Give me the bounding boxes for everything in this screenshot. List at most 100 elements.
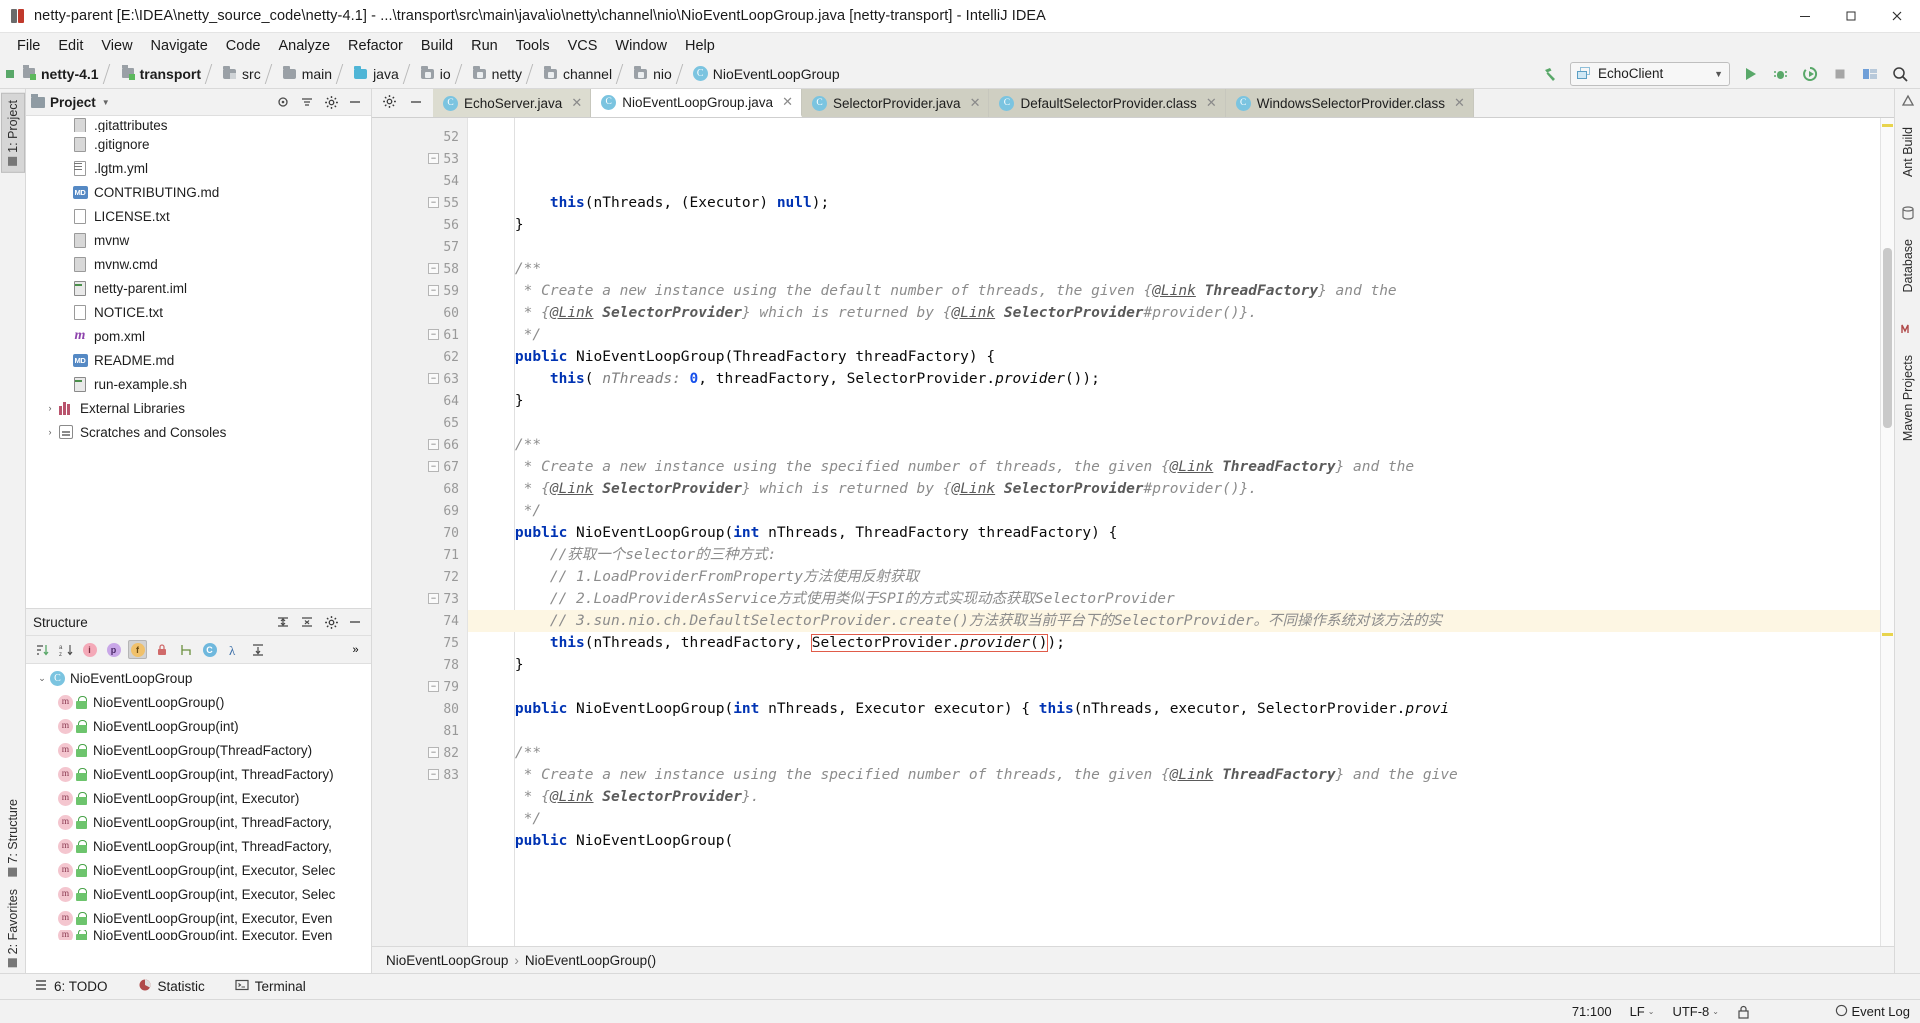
line-number[interactable]: 80 <box>372 698 467 720</box>
code-line[interactable]: public NioEventLoopGroup(int nThreads, E… <box>468 698 1880 720</box>
line-number[interactable]: 81 <box>372 720 467 742</box>
line-number[interactable]: 73 <box>372 588 467 610</box>
structure-item-method[interactable]: m NioEventLoopGroup(int, Executor, Even <box>26 906 371 930</box>
code-line[interactable]: /** <box>468 434 1880 456</box>
code-line[interactable]: * {@Link SelectorProvider} which is retu… <box>468 478 1880 500</box>
stop-icon[interactable] <box>1826 61 1854 87</box>
run-icon[interactable] <box>1736 61 1764 87</box>
tab-echoserver[interactable]: C EchoServer.java ✕ <box>433 89 592 117</box>
tree-item[interactable]: .gitignore <box>26 132 371 156</box>
line-number[interactable]: 64 <box>372 390 467 412</box>
menu-code[interactable]: Code <box>217 35 270 57</box>
code-line[interactable]: //获取一个selector的三种方式: <box>468 544 1880 566</box>
breadcrumb-item-main[interactable]: main <box>278 62 335 86</box>
sidebar-item-favorites[interactable]: 2: Favorites <box>2 883 24 973</box>
menu-view[interactable]: View <box>92 35 141 57</box>
layout-icon[interactable] <box>1856 61 1884 87</box>
line-number[interactable]: 83 <box>372 764 467 786</box>
tree-item-external-libraries[interactable]: › External Libraries <box>26 396 371 420</box>
more-icon[interactable]: » <box>346 640 365 659</box>
fold-collapse-icon[interactable]: − <box>428 153 439 164</box>
gear-icon[interactable] <box>382 94 397 112</box>
run-configuration-selector[interactable]: EchoClient ▼ <box>1570 61 1730 86</box>
show-lambdas-icon[interactable]: λ <box>224 640 243 659</box>
fold-collapse-icon[interactable]: − <box>428 747 439 758</box>
show-inherited-icon[interactable]: i <box>80 640 99 659</box>
tree-item[interactable]: .lgtm.yml <box>26 156 371 180</box>
line-number[interactable]: 57 <box>372 236 467 258</box>
gear-icon[interactable] <box>323 94 339 110</box>
code-line[interactable]: * {@Link SelectorProvider}. <box>468 786 1880 808</box>
breadcrumb-member[interactable]: NioEventLoopGroup() <box>525 953 656 968</box>
line-number[interactable]: 75 <box>372 632 467 654</box>
line-number[interactable]: 72 <box>372 566 467 588</box>
fold-collapse-icon[interactable]: − <box>428 593 439 604</box>
tab-windowsselectorprovider[interactable]: C WindowsSelectorProvider.class ✕ <box>1225 89 1474 117</box>
code-line[interactable]: /** <box>468 742 1880 764</box>
fold-expand-icon[interactable]: − <box>428 285 439 296</box>
sidebar-item-structure[interactable]: 7: Structure <box>2 793 24 883</box>
tab-selectorprovider[interactable]: C SelectorProvider.java ✕ <box>801 89 990 117</box>
code-line[interactable]: // 1.LoadProviderFromProperty方法使用反射获取 <box>468 566 1880 588</box>
line-number[interactable]: 82 <box>372 742 467 764</box>
code-line[interactable]: this(nThreads, (Executor) null); <box>468 192 1880 214</box>
code-line[interactable]: */ <box>468 324 1880 346</box>
fold-expand-icon[interactable]: − <box>428 373 439 384</box>
code-line[interactable]: public NioEventLoopGroup(ThreadFactory t… <box>468 346 1880 368</box>
editor-marker-bar[interactable] <box>1880 118 1894 946</box>
structure-item-method[interactable]: m NioEventLoopGroup(int, Executor) <box>26 786 371 810</box>
close-icon[interactable]: ✕ <box>1206 95 1217 111</box>
code-line[interactable] <box>468 236 1880 258</box>
code-line[interactable]: * Create a new instance using the specif… <box>468 764 1880 786</box>
editor-gutter[interactable]: 52 53−54 55−56 57 58−59−60 61−62 63−64 65 66−67−… <box>372 118 468 946</box>
sort-alphabetically-icon[interactable]: az <box>56 640 75 659</box>
breadcrumb-item-src[interactable]: src <box>218 62 264 86</box>
menu-refactor[interactable]: Refactor <box>339 35 412 57</box>
menu-navigate[interactable]: Navigate <box>142 35 217 57</box>
hide-icon[interactable] <box>409 95 423 112</box>
sidebar-item-database[interactable]: Database <box>1897 233 1919 299</box>
close-button[interactable] <box>1874 0 1920 33</box>
project-tree[interactable]: .gitattributes .gitignore .lgtm.yml MD C… <box>26 116 371 608</box>
menu-window[interactable]: Window <box>606 35 676 57</box>
debug-icon[interactable] <box>1766 61 1794 87</box>
structure-item-method[interactable]: m NioEventLoopGroup(int, ThreadFactory, <box>26 834 371 858</box>
line-number[interactable]: 53 <box>372 148 467 170</box>
structure-item-method[interactable]: m NioEventLoopGroup(int, Executor, Even <box>26 930 371 940</box>
close-icon[interactable]: ✕ <box>782 94 793 110</box>
tree-item[interactable]: MD README.md <box>26 348 371 372</box>
line-number[interactable]: 56 <box>372 214 467 236</box>
breadcrumb-item-netty[interactable]: netty <box>468 62 525 86</box>
close-icon[interactable]: ✕ <box>970 95 981 111</box>
line-number[interactable]: 55 <box>372 192 467 214</box>
tree-item[interactable]: m pom.xml <box>26 324 371 348</box>
code-line[interactable]: } <box>468 390 1880 412</box>
line-number[interactable]: 52 <box>372 126 467 148</box>
database-icon[interactable] <box>1900 205 1916 221</box>
fold-expand-icon[interactable]: − <box>428 461 439 472</box>
breadcrumb-item-class[interactable]: C NioEventLoopGroup <box>689 62 843 86</box>
tree-item-scratches[interactable]: › Scratches and Consoles <box>26 420 371 444</box>
line-number[interactable]: 78 <box>372 654 467 676</box>
code-line[interactable] <box>468 720 1880 742</box>
tree-item[interactable]: mvnw.cmd <box>26 252 371 276</box>
bottom-tab-todo[interactable]: 6: TODO <box>30 976 112 997</box>
code-line[interactable]: * Create a new instance using the defaul… <box>468 280 1880 302</box>
structure-item-method[interactable]: m NioEventLoopGroup(int, Executor, Selec <box>26 882 371 906</box>
collapse-all-icon[interactable] <box>299 614 315 630</box>
expand-arrow-icon[interactable]: › <box>42 427 58 437</box>
menu-vcs[interactable]: VCS <box>559 35 607 57</box>
line-number[interactable]: 71 <box>372 544 467 566</box>
lock-icon[interactable] <box>1737 1005 1750 1019</box>
line-number[interactable]: 66 <box>372 434 467 456</box>
code-line[interactable] <box>468 412 1880 434</box>
line-number[interactable]: 60 <box>372 302 467 324</box>
hide-icon[interactable] <box>347 94 363 110</box>
expand-all-icon[interactable] <box>275 614 291 630</box>
minimize-button[interactable] <box>1782 0 1828 33</box>
expand-arrow-icon[interactable]: › <box>42 403 58 413</box>
locate-icon[interactable] <box>275 94 291 110</box>
tree-item[interactable]: MD CONTRIBUTING.md <box>26 180 371 204</box>
code-line[interactable]: this( nThreads: 0, threadFactory, Select… <box>468 368 1880 390</box>
show-properties-icon[interactable]: p <box>104 640 123 659</box>
